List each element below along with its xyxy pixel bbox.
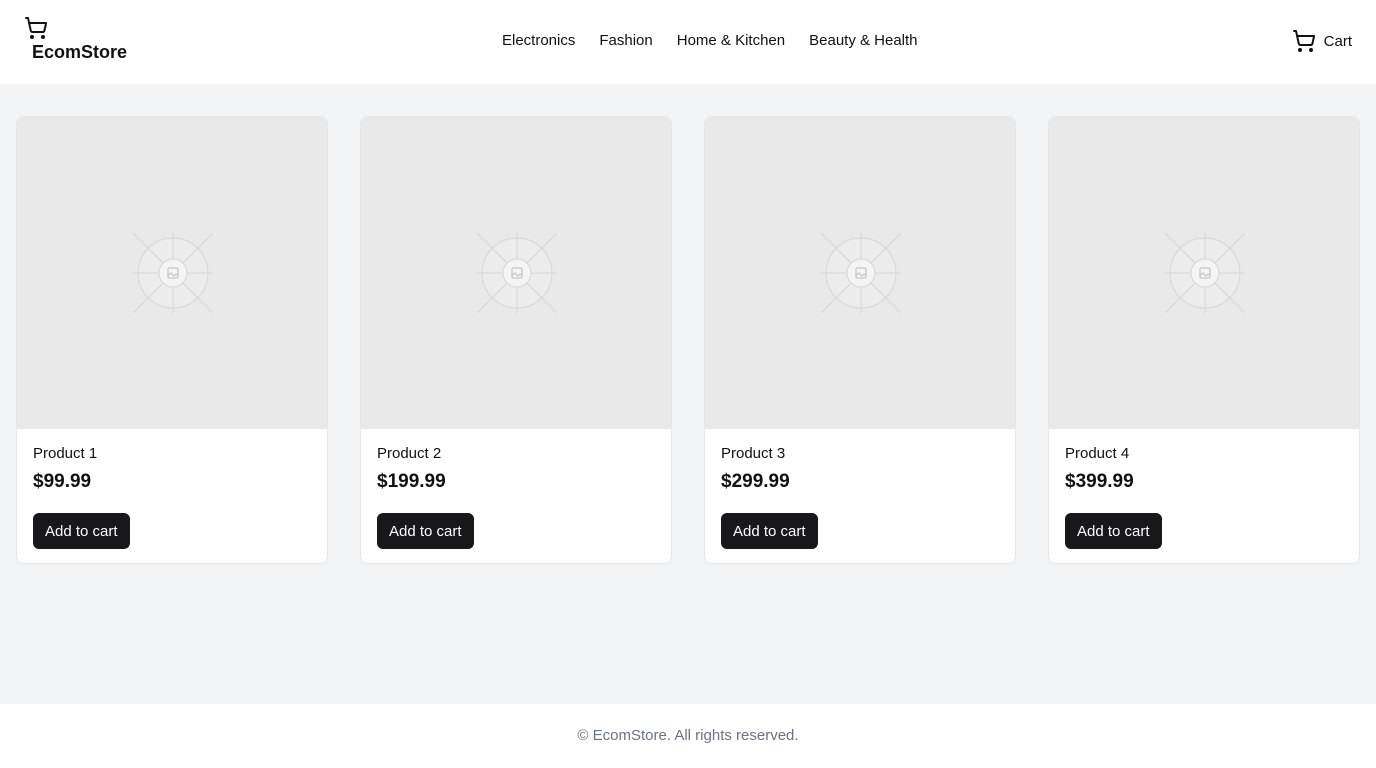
nav-item-electronics[interactable]: Electronics (502, 32, 575, 49)
product-card: Product 3 $299.99 Add to cart (704, 116, 1016, 564)
shopping-cart-icon[interactable] (24, 16, 48, 40)
product-card: Product 4 $399.99 Add to cart (1048, 116, 1360, 564)
nav-item-beauty-health[interactable]: Beauty & Health (809, 32, 917, 49)
product-image (705, 117, 1015, 429)
nav-item-fashion[interactable]: Fashion (599, 32, 652, 49)
product-card: Product 1 $99.99 Add to cart (16, 116, 328, 564)
nav-item-home-kitchen[interactable]: Home & Kitchen (677, 32, 785, 49)
add-to-cart-button[interactable]: Add to cart (721, 513, 818, 549)
product-name: Product 4 (1065, 445, 1130, 462)
cart-link[interactable]: Cart (1292, 29, 1352, 53)
add-to-cart-button[interactable]: Add to cart (1065, 513, 1162, 549)
product-name: Product 3 (721, 445, 786, 462)
image-placeholder-icon (821, 233, 901, 313)
product-price: $399.99 (1065, 471, 1134, 492)
image-placeholder-icon (477, 233, 557, 313)
image-placeholder-icon (133, 233, 213, 313)
product-image (17, 117, 327, 429)
add-to-cart-button[interactable]: Add to cart (33, 513, 130, 549)
add-to-cart-button[interactable]: Add to cart (377, 513, 474, 549)
product-card: Product 2 $199.99 Add to cart (360, 116, 672, 564)
product-grid: Product 1 $99.99 Add to cart Product 2 $… (16, 116, 1360, 564)
shopping-cart-icon[interactable] (1292, 29, 1316, 53)
image-placeholder-icon (1165, 233, 1245, 313)
product-price: $99.99 (33, 471, 92, 492)
product-price: $199.99 (377, 471, 446, 492)
product-name: Product 1 (33, 445, 98, 462)
product-image (361, 117, 671, 429)
cart-label[interactable]: Cart (1324, 33, 1352, 50)
copyright-text: © EcomStore. All rights reserved. (577, 727, 799, 744)
product-name: Product 2 (377, 445, 442, 462)
product-image (1049, 117, 1359, 429)
category-nav: Electronics Fashion Home & Kitchen Beaut… (502, 32, 918, 49)
product-price: $299.99 (721, 471, 790, 492)
brand-name[interactable]: EcomStore (32, 42, 127, 63)
site-header: EcomStore Electronics Fashion Home & Kit… (0, 0, 1376, 84)
site-footer: © EcomStore. All rights reserved. (0, 704, 1376, 768)
